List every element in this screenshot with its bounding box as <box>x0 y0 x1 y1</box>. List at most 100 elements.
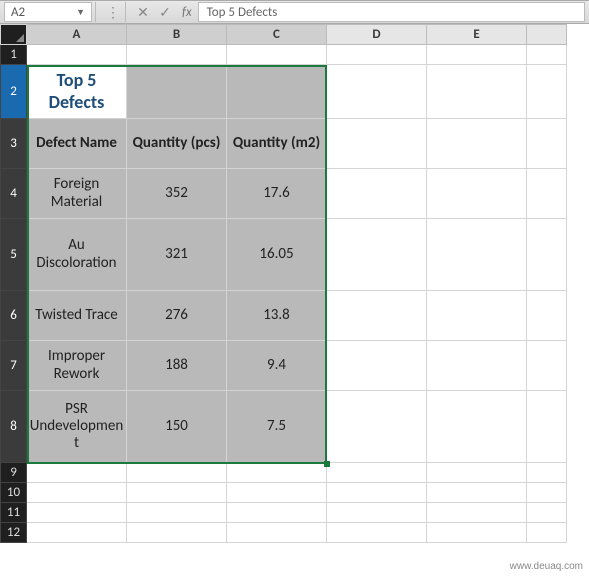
table-cell[interactable]: Au Discoloration <box>27 219 127 291</box>
dropdown-icon[interactable]: ▼ <box>76 7 85 18</box>
cell[interactable] <box>427 503 527 523</box>
cell[interactable] <box>527 523 567 543</box>
cell[interactable] <box>227 523 327 543</box>
select-all-corner[interactable] <box>1 25 27 45</box>
cell[interactable] <box>127 463 227 483</box>
cell-title[interactable]: Top 5 Defects <box>27 65 127 119</box>
cell[interactable] <box>227 503 327 523</box>
header-qty-pcs[interactable]: Quantity (pcs) <box>127 119 227 169</box>
cell[interactable] <box>227 65 327 119</box>
table-cell[interactable]: 13.8 <box>227 291 327 341</box>
column-header-c[interactable]: C <box>227 25 327 45</box>
cell[interactable] <box>527 169 567 219</box>
cell[interactable] <box>327 65 427 119</box>
cell[interactable] <box>427 219 527 291</box>
table-cell[interactable]: 9.4 <box>227 341 327 391</box>
cell[interactable] <box>27 523 127 543</box>
row-header-10[interactable]: 10 <box>1 483 27 503</box>
cell[interactable] <box>327 463 427 483</box>
cell[interactable] <box>327 169 427 219</box>
cell[interactable] <box>427 65 527 119</box>
header-qty-m2[interactable]: Quantity (m2) <box>227 119 327 169</box>
column-header-d[interactable]: D <box>327 25 427 45</box>
row-header-8[interactable]: 8 <box>1 391 27 463</box>
cell[interactable] <box>427 391 527 463</box>
row-header-7[interactable]: 7 <box>1 341 27 391</box>
table-cell[interactable]: Twisted Trace <box>27 291 127 341</box>
row-header-5[interactable]: 5 <box>1 219 27 291</box>
cell[interactable] <box>127 483 227 503</box>
spreadsheet-grid[interactable]: A B C D E 1 2 Top 5 Defects 3 Defect Nam… <box>0 24 589 543</box>
row-header-11[interactable]: 11 <box>1 503 27 523</box>
cell[interactable] <box>127 503 227 523</box>
row-header-4[interactable]: 4 <box>1 169 27 219</box>
cell[interactable] <box>427 341 527 391</box>
table-cell[interactable]: Improper Rework <box>27 341 127 391</box>
table-cell[interactable]: 321 <box>127 219 227 291</box>
cell[interactable] <box>527 463 567 483</box>
cell[interactable] <box>427 119 527 169</box>
table-cell[interactable]: Foreign Material <box>27 169 127 219</box>
cell[interactable] <box>327 291 427 341</box>
cell[interactable] <box>527 391 567 463</box>
table-cell[interactable]: 276 <box>127 291 227 341</box>
cell[interactable] <box>327 523 427 543</box>
cell[interactable] <box>427 291 527 341</box>
cell[interactable] <box>227 45 327 65</box>
column-header-a[interactable]: A <box>27 25 127 45</box>
column-header-e[interactable]: E <box>427 25 527 45</box>
column-header-blank[interactable] <box>527 25 567 45</box>
cell[interactable] <box>527 45 567 65</box>
cell[interactable] <box>327 503 427 523</box>
cell[interactable] <box>27 463 127 483</box>
cell[interactable] <box>127 65 227 119</box>
cell[interactable] <box>227 463 327 483</box>
cell[interactable] <box>527 503 567 523</box>
confirm-icon[interactable]: ✓ <box>154 3 176 21</box>
cell[interactable] <box>227 483 327 503</box>
cell[interactable] <box>427 463 527 483</box>
header-defect-name[interactable]: Defect Name <box>27 119 127 169</box>
cell[interactable] <box>527 65 567 119</box>
cell[interactable] <box>427 523 527 543</box>
cell[interactable] <box>327 391 427 463</box>
table-cell[interactable]: 16.05 <box>227 219 327 291</box>
cell[interactable] <box>427 45 527 65</box>
dots-icon[interactable]: ⋮ <box>102 3 124 21</box>
cell[interactable] <box>27 45 127 65</box>
table-cell[interactable]: 188 <box>127 341 227 391</box>
row-header-2[interactable]: 2 <box>1 65 27 119</box>
row-header-9[interactable]: 9 <box>1 463 27 483</box>
cell[interactable] <box>427 169 527 219</box>
cell[interactable] <box>327 483 427 503</box>
cell[interactable] <box>327 45 427 65</box>
row-header-6[interactable]: 6 <box>1 291 27 341</box>
cell[interactable] <box>27 503 127 523</box>
cell[interactable] <box>327 119 427 169</box>
cell[interactable] <box>127 523 227 543</box>
cell[interactable] <box>527 341 567 391</box>
cancel-icon[interactable]: ✕ <box>132 3 154 21</box>
cell[interactable] <box>127 45 227 65</box>
cell[interactable] <box>527 291 567 341</box>
cell[interactable] <box>527 483 567 503</box>
table-cell[interactable]: 150 <box>127 391 227 463</box>
cell[interactable] <box>27 483 127 503</box>
cell[interactable] <box>427 483 527 503</box>
table-cell[interactable]: 17.6 <box>227 169 327 219</box>
table-cell[interactable]: 352 <box>127 169 227 219</box>
table-cell[interactable]: 7.5 <box>227 391 327 463</box>
cell[interactable] <box>527 119 567 169</box>
table-cell[interactable]: PSR Undevelopment <box>27 391 127 463</box>
cell-text: 352 <box>127 181 226 206</box>
formula-input[interactable]: Top 5 Defects <box>198 2 585 22</box>
row-header-12[interactable]: 12 <box>1 523 27 543</box>
name-box[interactable]: A2 ▼ <box>4 2 92 22</box>
row-header-1[interactable]: 1 <box>1 45 27 65</box>
row-header-3[interactable]: 3 <box>1 119 27 169</box>
cell[interactable] <box>327 219 427 291</box>
column-header-b[interactable]: B <box>127 25 227 45</box>
cell[interactable] <box>327 341 427 391</box>
cell[interactable] <box>527 219 567 291</box>
fx-label[interactable]: fx <box>176 5 198 20</box>
